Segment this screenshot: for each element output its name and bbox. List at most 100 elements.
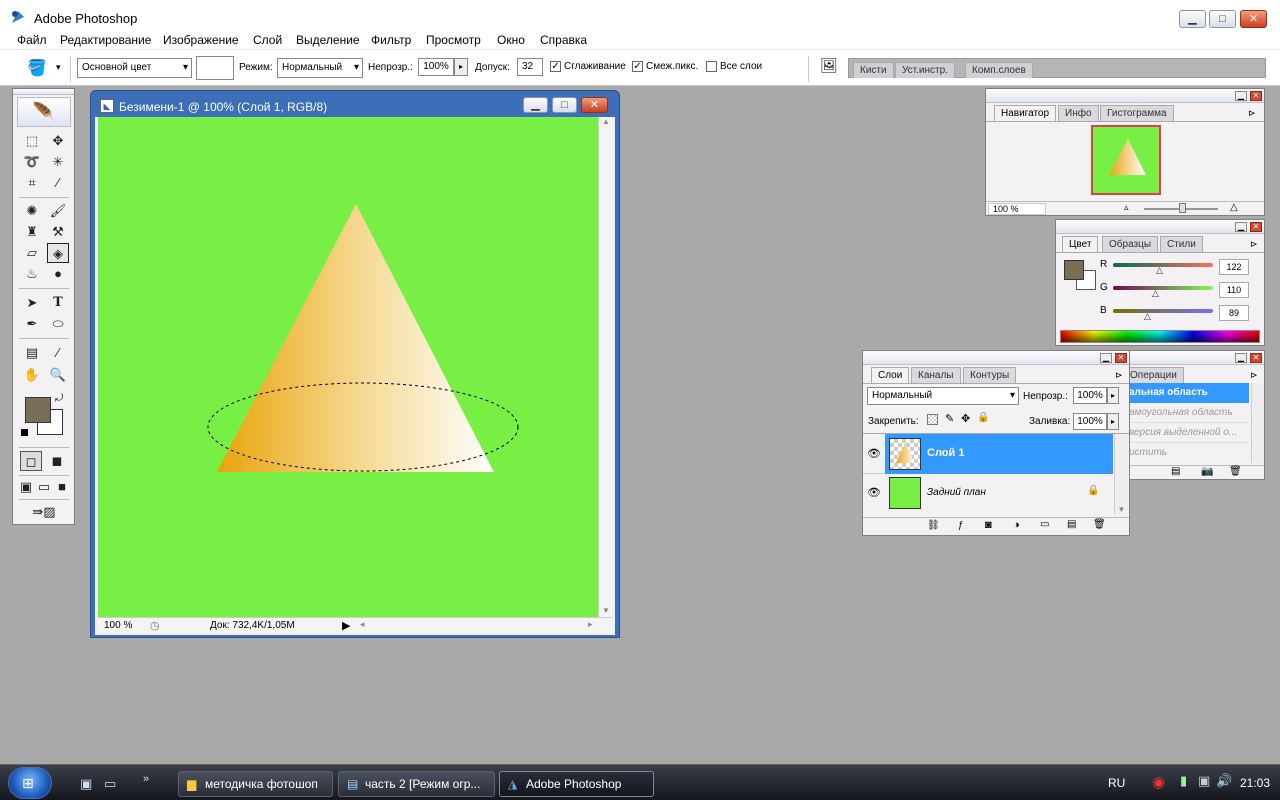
link-layers-icon[interactable]: ⛓ <box>927 520 940 531</box>
all-layers-checkbox[interactable] <box>706 61 717 72</box>
type-tool-icon[interactable]: T <box>47 293 69 313</box>
close-button[interactable]: ✕ <box>1240 10 1267 28</box>
taskbar-button-photoshop[interactable]: ◮ Adobe Photoshop <box>499 771 654 797</box>
photoshop-feather-icon[interactable]: 🪶 <box>17 97 71 127</box>
g-value-input[interactable]: 110 <box>1219 282 1249 298</box>
screen-mode-standard-icon[interactable]: ▣ <box>17 477 35 497</box>
tab-layers[interactable]: Слои <box>871 367 910 383</box>
standard-mode-icon[interactable]: ◻ <box>20 451 42 471</box>
color-minimize-icon[interactable]: ▁ <box>1235 222 1247 232</box>
tool-preset-dropdown-icon[interactable]: ▾ <box>56 62 61 73</box>
tab-swatches[interactable]: Образцы <box>1102 236 1159 252</box>
b-slider-handle-icon[interactable]: △ <box>1144 311 1151 322</box>
b-slider[interactable] <box>1113 309 1213 313</box>
minimize-button[interactable]: ▁ <box>1179 10 1206 28</box>
r-slider-handle-icon[interactable]: △ <box>1156 265 1163 276</box>
well-tab-layer-comps[interactable]: Комп.слоев <box>965 62 1033 78</box>
layer-visibility-eye-icon[interactable]: 👁 <box>867 447 881 460</box>
zoom-level[interactable]: 100 % <box>104 620 132 631</box>
healing-brush-tool-icon[interactable]: ✺ <box>21 201 43 221</box>
menu-help[interactable]: Справка <box>540 33 587 47</box>
lasso-tool-icon[interactable]: ➰ <box>21 152 43 172</box>
tray-network-icon[interactable]: ▣ <box>1198 773 1210 789</box>
navigator-menu-icon[interactable]: ⊳ <box>1248 108 1256 119</box>
default-colors-icon[interactable] <box>21 429 28 436</box>
layer-style-icon[interactable]: ƒ <box>958 520 964 531</box>
history-item-active[interactable]: альная область <box>1121 383 1249 403</box>
hscroll-right-icon[interactable]: ▸ <box>588 619 593 630</box>
zoom-tool-icon[interactable]: 🔍 <box>47 365 69 385</box>
notes-tool-icon[interactable]: ▤ <box>21 343 43 363</box>
menu-layer[interactable]: Слой <box>253 33 282 47</box>
pen-tool-icon[interactable]: ✒ <box>21 314 43 334</box>
file-browser-icon[interactable]: 🖼 <box>818 57 840 77</box>
start-button[interactable]: ⊞ <box>8 767 52 799</box>
lock-position-icon[interactable]: ✥ <box>961 412 970 425</box>
delete-layer-icon[interactable]: 🗑 <box>1093 519 1106 530</box>
navigator-close-icon[interactable]: ✕ <box>1250 91 1262 101</box>
color-close-icon[interactable]: ✕ <box>1250 222 1262 232</box>
path-selection-tool-icon[interactable]: ➤ <box>21 293 43 313</box>
menu-select[interactable]: Выделение <box>296 33 360 47</box>
adjustment-layer-icon[interactable]: ◑ <box>1013 519 1020 531</box>
taskbar-button-folder[interactable]: ▆ методичка фотошоп <box>178 771 333 797</box>
lock-all-icon[interactable]: 🔒 <box>977 412 989 423</box>
background-layer-name[interactable]: Задний план <box>927 487 986 498</box>
menu-view[interactable]: Просмотр <box>426 33 481 47</box>
navigator-zoom-handle[interactable] <box>1179 203 1186 213</box>
tray-opera-icon[interactable]: ◉ <box>1152 773 1165 791</box>
well-tab-tool-presets[interactable]: Уст.инстр. <box>895 62 955 78</box>
history-minimize-icon[interactable]: ▁ <box>1235 353 1247 363</box>
taskbar-button-word[interactable]: ▤ часть 2 [Режим огр... <box>338 771 495 797</box>
menu-filter[interactable]: Фильтр <box>371 33 411 47</box>
quicklaunch-desktop-icon[interactable]: ▭ <box>104 776 116 792</box>
paint-bucket-tool-selected-icon[interactable]: ◈ <box>47 243 69 263</box>
layer-opacity-input[interactable]: 100% <box>1073 387 1107 404</box>
new-layer-icon[interactable]: ▤ <box>1067 519 1076 530</box>
snapshot-icon[interactable]: 📷 <box>1201 466 1213 477</box>
r-slider[interactable] <box>1113 263 1213 267</box>
hscroll-left-icon[interactable]: ◂ <box>360 619 365 630</box>
color-fg-swatch[interactable] <box>1064 260 1084 280</box>
antialias-checkbox[interactable]: ✓ <box>550 61 561 72</box>
history-trash-icon[interactable]: 🗑 <box>1229 466 1242 477</box>
contiguous-checkbox[interactable]: ✓ <box>632 61 643 72</box>
layer-mask-icon[interactable]: ◙ <box>985 519 992 531</box>
lock-pixels-icon[interactable]: ✎ <box>945 412 954 425</box>
screen-mode-full-icon[interactable]: ■ <box>53 477 71 497</box>
opacity-slider-arrow-icon[interactable]: ▸ <box>454 58 468 76</box>
tray-volume-icon[interactable]: 🔊 <box>1216 773 1232 789</box>
eyedropper-tool-icon[interactable]: ⁄ <box>47 343 69 363</box>
layers-close-icon[interactable]: ✕ <box>1115 353 1127 363</box>
tab-history[interactable]: Операции <box>1123 367 1184 383</box>
jump-to-imageready-icon[interactable]: ⇛▨ <box>21 502 67 522</box>
menu-file[interactable]: Файл <box>17 33 47 47</box>
doc-close-button[interactable]: ✕ <box>581 97 608 113</box>
navigator-zoom-input[interactable]: 100 % <box>988 203 1046 215</box>
opacity-input[interactable]: 100% <box>418 58 454 76</box>
slice-tool-icon[interactable]: ⁄ <box>47 173 69 193</box>
paint-bucket-tool-icon[interactable]: 🪣 <box>27 58 49 78</box>
new-group-icon[interactable]: ▭ <box>1040 519 1049 530</box>
doc-maximize-button[interactable]: □ <box>552 97 577 113</box>
well-tab-brushes[interactable]: Кисти <box>853 62 894 78</box>
quick-mask-mode-icon[interactable]: ◼ <box>46 451 68 471</box>
menu-image[interactable]: Изображение <box>163 33 239 47</box>
doc-minimize-button[interactable]: ▁ <box>523 97 548 113</box>
lock-transparency-icon[interactable] <box>927 414 938 425</box>
status-menu-arrow-icon[interactable]: ▶ <box>342 619 350 632</box>
navigator-minimize-icon[interactable]: ▁ <box>1235 91 1247 101</box>
menu-edit[interactable]: Редактирование <box>60 33 151 47</box>
history-menu-icon[interactable]: ⊳ <box>1250 370 1258 381</box>
g-slider-handle-icon[interactable]: △ <box>1152 288 1159 299</box>
b-value-input[interactable]: 89 <box>1219 305 1249 321</box>
layer-row-layer1[interactable]: 👁 Слой 1 <box>863 434 1113 474</box>
layer-opacity-arrow-icon[interactable]: ▸ <box>1107 387 1119 404</box>
tray-safely-remove-icon[interactable]: ▮ <box>1180 773 1187 789</box>
foreground-color-swatch-top[interactable] <box>25 397 51 423</box>
history-brush-tool-icon[interactable]: ⚒ <box>47 222 69 242</box>
history-item[interactable]: истить <box>1121 443 1249 463</box>
tab-navigator[interactable]: Навигатор <box>994 105 1057 121</box>
g-slider[interactable] <box>1113 286 1213 290</box>
history-item[interactable]: версия выделенной о... <box>1121 423 1249 443</box>
